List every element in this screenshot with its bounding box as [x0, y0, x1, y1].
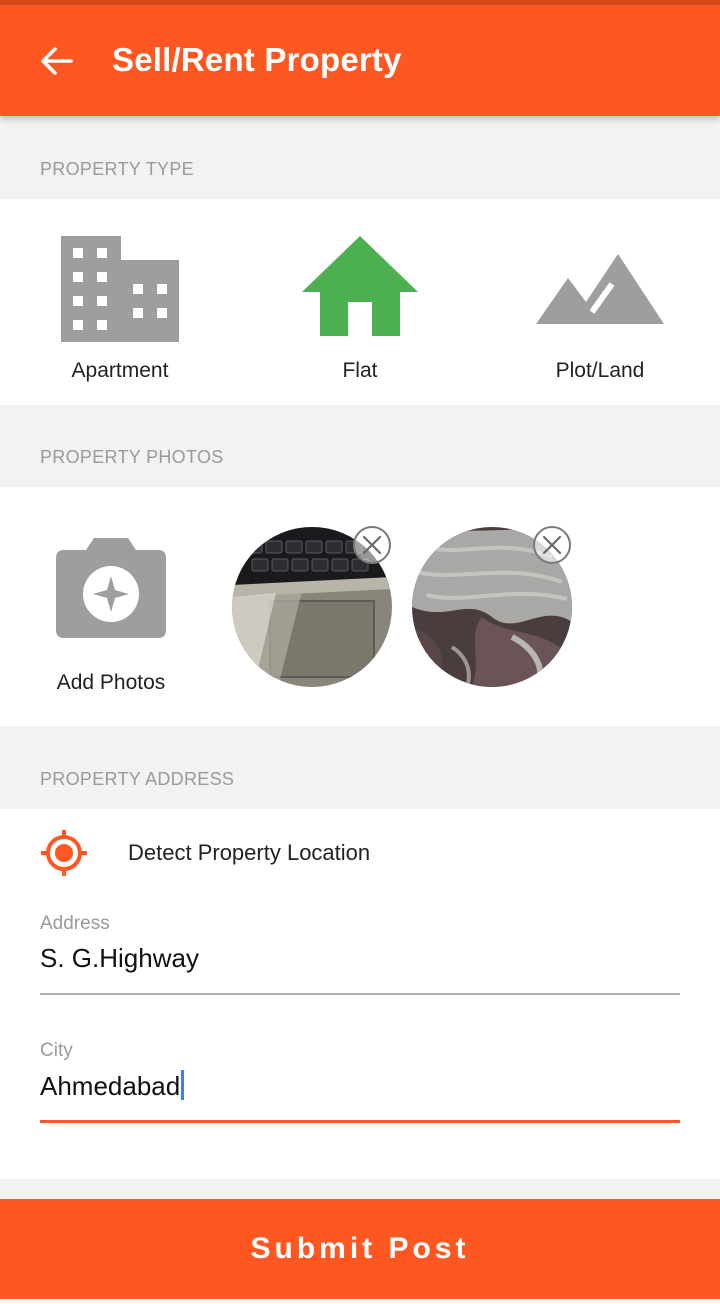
camera-icon	[56, 538, 166, 638]
property-type-header-label: PROPERTY TYPE	[40, 159, 194, 179]
submit-post-button[interactable]: Submit Post	[0, 1199, 720, 1299]
address-field-value[interactable]: S. G.Highway	[40, 943, 199, 974]
city-field-label: City	[40, 1040, 73, 1061]
landscape-icon	[536, 254, 664, 324]
close-circle-icon	[353, 526, 391, 564]
property-type-flat[interactable]: Flat	[240, 199, 480, 405]
property-type-header: PROPERTY TYPE	[0, 116, 720, 199]
close-circle-icon	[533, 526, 571, 564]
city-underline-focused	[40, 1120, 680, 1123]
detect-location-label: Detect Property Location	[128, 840, 371, 865]
remove-photo-1-button[interactable]	[352, 525, 392, 565]
home-icon	[302, 236, 418, 336]
property-address-header: PROPERTY ADDRESS	[0, 726, 720, 809]
arrow-left-icon	[41, 47, 73, 75]
app-bar: Sell/Rent Property	[0, 5, 720, 116]
back-button[interactable]	[26, 33, 86, 89]
property-address-header-label: PROPERTY ADDRESS	[40, 769, 235, 789]
add-photos-button[interactable]: Add Photos	[28, 527, 198, 707]
bottom-strip	[0, 1299, 720, 1304]
property-type-label: Apartment	[71, 359, 169, 382]
property-type-plot[interactable]: Plot/Land	[480, 199, 720, 405]
property-type-panel: Apartment Flat Plot/Land	[0, 199, 720, 405]
building-icon	[61, 236, 179, 342]
property-photos-header: PROPERTY PHOTOS	[0, 405, 720, 487]
property-photos-header-label: PROPERTY PHOTOS	[40, 447, 224, 467]
page-title: Sell/Rent Property	[112, 41, 402, 78]
address-field-label: Address	[40, 913, 110, 934]
city-field-value: Ahmedabad	[40, 1071, 181, 1101]
city-field[interactable]: City Ahmedabad	[40, 1040, 680, 1124]
property-type-apartment[interactable]: Apartment	[0, 199, 240, 405]
property-type-label: Plot/Land	[555, 359, 645, 382]
add-photos-label: Add Photos	[56, 671, 166, 694]
text-cursor	[181, 1070, 185, 1100]
remove-photo-2-button[interactable]	[532, 525, 572, 565]
gps-target-icon	[41, 830, 87, 876]
address-underline	[40, 993, 680, 995]
detect-location-button[interactable]: Detect Property Location	[0, 809, 720, 899]
property-type-label: Flat	[342, 359, 378, 382]
property-address-panel: Detect Property Location Address S. G.Hi…	[0, 809, 720, 1179]
property-photos-panel: Add Photos	[0, 487, 720, 726]
city-field-input[interactable]: Ahmedabad	[40, 1070, 185, 1102]
bottom-spacer	[0, 1179, 720, 1199]
address-field[interactable]: Address S. G.Highway	[40, 913, 680, 995]
